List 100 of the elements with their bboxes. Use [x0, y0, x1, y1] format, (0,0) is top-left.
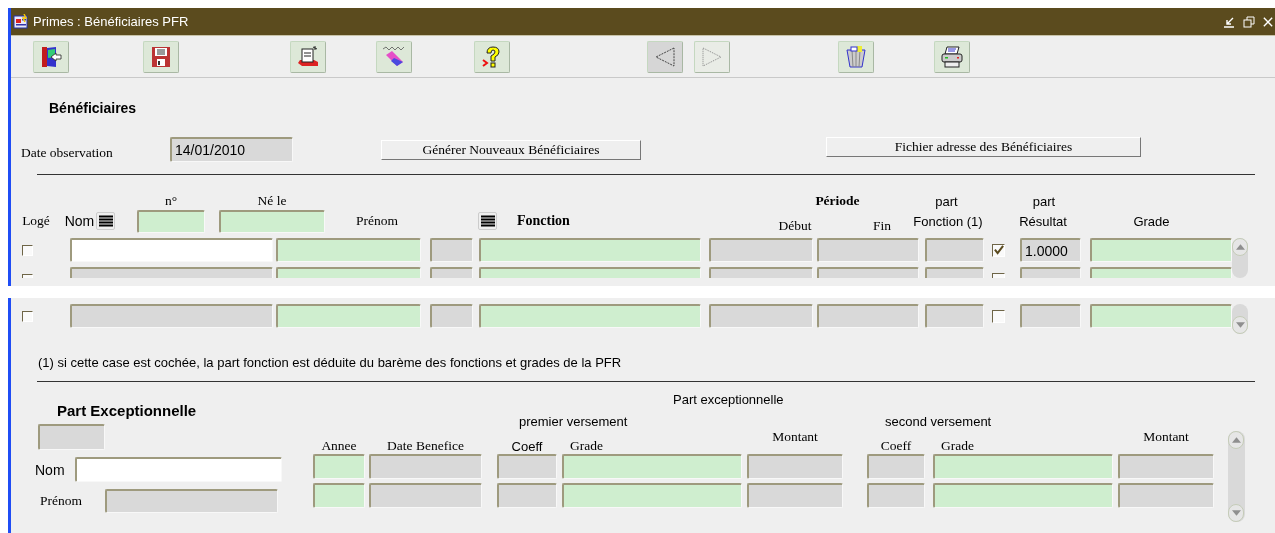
clear-button[interactable] [376, 40, 412, 73]
print-button[interactable] [934, 40, 970, 73]
arrow-down-icon [1235, 322, 1245, 328]
input-field[interactable] [38, 424, 105, 450]
grade-field[interactable] [562, 483, 742, 508]
grade-field[interactable] [933, 483, 1113, 508]
checkbox[interactable] [992, 243, 1005, 257]
amount-field[interactable] [1118, 454, 1214, 479]
name-field[interactable] [70, 238, 273, 262]
column-header: Coeff [510, 439, 544, 454]
minimize-icon[interactable] [1223, 15, 1235, 28]
document-tray-icon [296, 44, 320, 69]
section-title: Bénéficiaires [49, 99, 138, 117]
scrollbar[interactable] [1232, 304, 1248, 334]
grade-field[interactable] [1090, 238, 1232, 262]
result-share-field[interactable] [1020, 304, 1081, 328]
restore-icon[interactable] [1243, 15, 1255, 28]
exit-button[interactable] [33, 40, 69, 73]
column-header: Annee [320, 438, 358, 454]
checkbox[interactable] [22, 310, 33, 322]
coefficient-field[interactable] [497, 454, 557, 479]
printer-icon [940, 44, 964, 69]
window-title: Primes : Bénéficiaires PFR [33, 14, 189, 29]
grade-field[interactable] [933, 454, 1113, 479]
list-button[interactable] [96, 212, 115, 230]
column-header: Nom [63, 213, 96, 229]
action-button[interactable]: Générer Nouveaux Bénéficiaires [381, 139, 641, 160]
coefficient-field[interactable] [497, 483, 557, 508]
group-title: Part exceptionnelle [673, 392, 785, 407]
footnote: (1) si cette case est cochée, la part fonction est déduite du barème des fonctions et grades de la PFR [38, 355, 623, 370]
function-field[interactable] [479, 238, 701, 262]
scrollbar[interactable] [1232, 238, 1248, 278]
column-header: Fonction [517, 213, 571, 229]
column-header: Grade [940, 438, 975, 454]
input-field[interactable] [430, 304, 473, 328]
column-header: Montant [1142, 429, 1190, 445]
scroll-up-button[interactable] [1232, 238, 1248, 256]
scrollbar[interactable] [1228, 431, 1245, 522]
amount-field[interactable] [1118, 483, 1214, 508]
amount-field[interactable] [747, 454, 843, 479]
section-title: Part Exceptionnelle [57, 401, 198, 419]
column-header: part [1031, 194, 1057, 209]
group-title: second versement [885, 414, 993, 429]
scroll-down-button[interactable] [1232, 316, 1248, 334]
arrow-up-icon [1231, 437, 1241, 443]
help-button[interactable] [474, 40, 510, 73]
date-field[interactable] [369, 454, 482, 479]
grade-field[interactable] [1090, 304, 1232, 328]
year-field[interactable] [313, 454, 365, 479]
eraser-icon [382, 44, 406, 69]
next-button[interactable] [694, 40, 730, 73]
document-button[interactable] [290, 40, 326, 73]
action-button[interactable]: Fichier adresse des Bénéficiaires [826, 136, 1141, 157]
name-field[interactable] [70, 304, 273, 328]
field-label: Nom [35, 461, 66, 478]
triangle-left-icon [653, 44, 677, 69]
previous-button[interactable] [647, 40, 683, 73]
result-share-field[interactable]: 1.0000 [1020, 238, 1081, 262]
column-header: Début [777, 218, 813, 234]
name-field[interactable] [75, 457, 282, 482]
birth-date-field[interactable] [276, 304, 421, 328]
year-field[interactable] [313, 483, 365, 508]
start-date-field[interactable] [709, 304, 813, 328]
grade-field[interactable] [562, 454, 742, 479]
column-header: n° [163, 193, 179, 209]
app-icon [13, 13, 29, 30]
coefficient-field[interactable] [867, 483, 925, 508]
arrow-up-icon [1235, 244, 1245, 250]
birth-date-field[interactable] [276, 238, 421, 262]
date-field[interactable] [369, 483, 482, 508]
column-header: Prénom [355, 213, 399, 229]
scroll-down-button[interactable] [1228, 504, 1244, 522]
input-field[interactable] [430, 238, 473, 262]
checkbox[interactable] [22, 244, 33, 256]
function-share-field[interactable] [925, 304, 984, 328]
column-header: part [934, 194, 959, 209]
column-header: Né le [256, 193, 288, 209]
number-field[interactable] [137, 209, 205, 233]
column-header: Montant [771, 429, 819, 445]
checkbox[interactable] [992, 309, 1005, 323]
column-header: Grade [569, 438, 604, 454]
birth-date-field[interactable] [219, 209, 325, 233]
amount-field[interactable] [747, 483, 843, 508]
start-date-field[interactable] [709, 238, 813, 262]
date-field[interactable]: 14/01/2010 [170, 137, 293, 162]
list-button[interactable] [478, 212, 497, 230]
function-field[interactable] [479, 304, 701, 328]
function-share-field[interactable] [925, 238, 984, 262]
end-date-field[interactable] [817, 304, 919, 328]
close-icon[interactable] [1263, 15, 1273, 28]
scroll-up-button[interactable] [1228, 431, 1244, 449]
save-button[interactable] [143, 40, 179, 73]
wastebasket-icon [844, 44, 868, 69]
arrow-down-icon [1231, 510, 1241, 516]
first-name-field[interactable] [105, 489, 278, 513]
coefficient-field[interactable] [867, 454, 925, 479]
delete-button[interactable] [838, 40, 874, 73]
field-label: Date observation [21, 144, 114, 161]
end-date-field[interactable] [817, 238, 919, 262]
triangle-right-icon [700, 44, 724, 69]
